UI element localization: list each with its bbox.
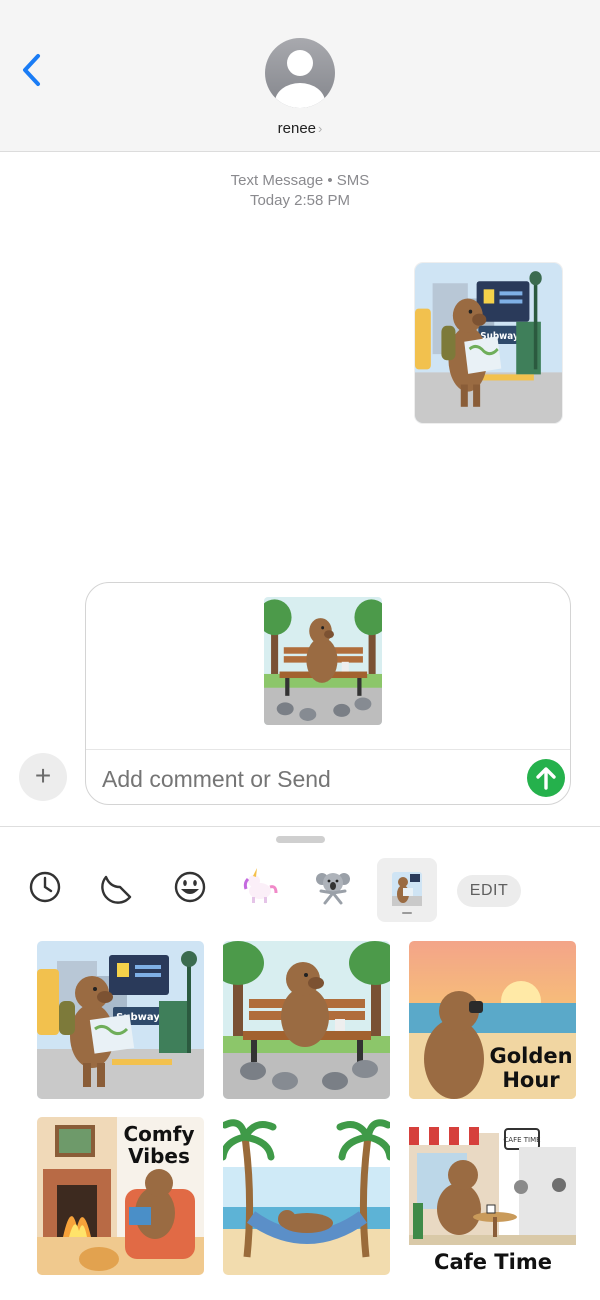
capybara-hammock-sticker (223, 1117, 390, 1275)
capybara-sticker-pack-icon (392, 872, 422, 914)
message-timestamp: Today 2:58 PM (0, 192, 600, 209)
timestamp-time: 2:58 PM (294, 192, 351, 209)
recents-tab[interactable] (25, 867, 65, 907)
stickers-tab[interactable] (98, 867, 138, 907)
sticker-golden-hour[interactable]: Golden Hour (409, 941, 576, 1099)
comfy-vibes-line-2: Vibes (128, 1144, 190, 1168)
capybara-subway-sticker: Subway (37, 941, 204, 1099)
sticker-tray: EDIT Subway Golden Hour Comfy Vibes CAFE… (0, 826, 600, 1300)
chevron-right-icon: › (318, 121, 323, 136)
back-button[interactable] (14, 48, 54, 92)
conversation-header: renee › (0, 0, 600, 152)
capybara-comfy-vibes-sticker: Comfy Vibes (37, 1117, 204, 1275)
person-avatar-icon (265, 38, 335, 108)
chevron-left-icon (23, 54, 40, 86)
message-input[interactable] (102, 763, 502, 795)
emoji-face-icon (174, 871, 206, 903)
add-attachment-button[interactable]: + (19, 753, 67, 801)
emoji-tab[interactable] (170, 867, 210, 907)
capybara-park-bench-sticker (223, 941, 390, 1099)
capybara-subway-sticker: Subway (415, 263, 562, 423)
message-service-label: Text Message • SMS (230, 172, 370, 189)
sticker-park-bench[interactable] (223, 941, 390, 1099)
sticker-subway[interactable]: Subway (37, 941, 204, 1099)
contact-name: renee (277, 120, 317, 137)
clock-recents-icon (29, 871, 61, 903)
sticker-peel-icon (101, 875, 132, 904)
compose-box (85, 582, 571, 805)
koala-sticker-tab[interactable] (313, 867, 353, 907)
comfy-vibes-line-1: Comfy (124, 1122, 195, 1146)
tray-grabber-handle[interactable] (276, 836, 325, 843)
contact-name-button[interactable]: renee › (0, 120, 600, 137)
cafe-sign-text: CAFE TIME (503, 1136, 540, 1144)
arrow-up-icon (536, 767, 556, 790)
sticker-hammock[interactable] (223, 1117, 390, 1275)
sticker-comfy-vibes[interactable]: Comfy Vibes (37, 1117, 204, 1275)
koala-sticker-icon (316, 873, 350, 905)
capybara-park-bench-sticker (264, 597, 382, 725)
unicorn-sticker-icon (243, 868, 278, 903)
cafe-time-caption: Cafe Time (434, 1250, 552, 1274)
send-button[interactable] (527, 759, 565, 797)
golden-hour-line-1: Golden (489, 1044, 572, 1068)
capybara-golden-hour-sticker: Golden Hour (409, 941, 576, 1099)
compose-divider (86, 749, 570, 750)
sticker-cafe-time[interactable]: CAFE TIME Cafe Time (409, 1117, 576, 1275)
sent-sticker-subway[interactable]: Subway (415, 263, 562, 423)
attached-sticker-park-bench[interactable] (264, 597, 382, 725)
plus-icon: + (34, 760, 52, 791)
golden-hour-line-2: Hour (502, 1068, 560, 1092)
capybara-pack-tab[interactable] (377, 858, 437, 922)
timestamp-day: Today (249, 192, 290, 209)
capybara-cafe-time-sticker: CAFE TIME Cafe Time (409, 1117, 576, 1275)
edit-stickers-button[interactable]: EDIT (457, 875, 521, 907)
contact-avatar[interactable] (265, 36, 335, 111)
unicorn-sticker-tab[interactable] (240, 867, 280, 907)
